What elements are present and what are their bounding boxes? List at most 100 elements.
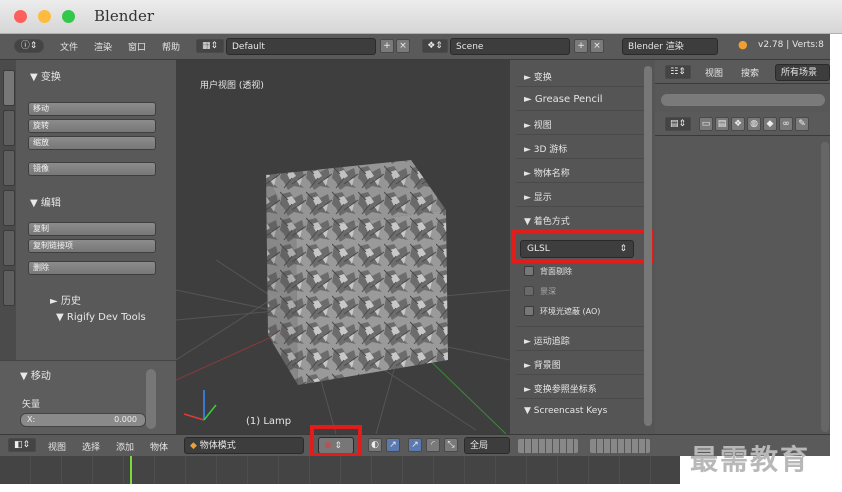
layout-field[interactable]: Default: [226, 38, 376, 55]
menu-view[interactable]: 视图: [48, 440, 66, 453]
tab-physics[interactable]: [3, 230, 15, 266]
remove-scene-button[interactable]: ×: [590, 39, 604, 53]
layer-buttons[interactable]: [518, 439, 578, 453]
outliner-view-menu[interactable]: 视图: [705, 66, 723, 79]
divider: [516, 110, 648, 111]
translate-manipulator-icon[interactable]: ↗: [408, 438, 422, 452]
divider: [516, 350, 648, 351]
divider: [516, 86, 648, 87]
current-frame-marker[interactable]: [130, 456, 132, 484]
npanel-screencast-keys[interactable]: ▼ Screencast Keys: [524, 406, 607, 416]
x-label: X:: [27, 415, 36, 424]
transform-panel-header[interactable]: ▼ 变换: [30, 68, 61, 83]
properties-n-panel: ► 变换 ► Grease Pencil ► 视图 ► 3D 游标 ► 物体名称…: [510, 60, 655, 434]
npanel-shading[interactable]: ▼ 着色方式: [524, 214, 570, 227]
scale-manipulator-icon[interactable]: ⤡: [444, 438, 458, 452]
transform-orientation-select[interactable]: 全局: [464, 437, 510, 454]
world-context-icon[interactable]: ◍: [747, 117, 761, 131]
editor-type-info-icon[interactable]: ⓘ⇕: [14, 39, 44, 53]
edit-panel-header[interactable]: ▼ 编辑: [30, 194, 61, 209]
backface-culling-checkbox[interactable]: [524, 266, 534, 276]
layer-buttons-2[interactable]: [590, 439, 650, 453]
operator-scrollbar[interactable]: [146, 369, 156, 429]
outliner-area: ☷⇕ 视图 搜索 所有场景 ▤⇕ ▭ ▤ ❖ ◍ ◆ ∞ ✎: [655, 60, 830, 434]
blender-logo-icon: ●: [738, 38, 748, 51]
duplicate-linked-button[interactable]: 复制链接项: [28, 239, 156, 253]
npanel-grease-pencil[interactable]: ► Grease Pencil: [524, 94, 603, 105]
outliner-scope-select[interactable]: 所有场景: [775, 64, 830, 81]
menu-help[interactable]: 帮助: [162, 40, 180, 53]
active-object-label: (1) Lamp: [246, 416, 292, 427]
tab-tools[interactable]: [3, 70, 15, 106]
interaction-mode-select[interactable]: ◆ 物体模式: [184, 437, 304, 454]
npanel-background-images[interactable]: ► 背景图: [524, 358, 561, 371]
delete-button[interactable]: 删除: [28, 261, 156, 275]
pivot-point-icon[interactable]: ◐: [368, 438, 382, 452]
x-value-field[interactable]: X: 0.000: [20, 413, 146, 427]
divider: [516, 182, 648, 183]
npanel-display[interactable]: ► 显示: [524, 190, 552, 203]
timeline[interactable]: [0, 456, 680, 484]
npanel-transform[interactable]: ► 变换: [524, 70, 552, 83]
screen-layout-icon[interactable]: ▦⇕: [196, 39, 224, 53]
3d-viewport[interactable]: 用户视图 (透视) (1) Lamp: [176, 60, 510, 434]
outliner-editor-icon[interactable]: ☷⇕: [665, 65, 691, 79]
close-window-button[interactable]: [14, 10, 27, 23]
duplicate-button[interactable]: 复制: [28, 222, 156, 236]
zoom-window-button[interactable]: [62, 10, 75, 23]
npanel-motion-tracking[interactable]: ► 运动追踪: [524, 334, 570, 347]
properties-scrollbar[interactable]: [821, 142, 829, 432]
viewport-view-label: 用户视图 (透视): [200, 81, 264, 91]
scene-context-icon[interactable]: ❖: [731, 117, 745, 131]
menu-select[interactable]: 选择: [82, 440, 100, 453]
menu-add[interactable]: 添加: [116, 440, 134, 453]
minimize-window-button[interactable]: [38, 10, 51, 23]
render-engine-select[interactable]: Blender 渲染: [622, 38, 718, 55]
timeline-grid: [0, 456, 680, 484]
add-scene-button[interactable]: +: [574, 39, 588, 53]
scene-field[interactable]: Scene: [450, 38, 570, 55]
menu-file[interactable]: 文件: [60, 40, 78, 53]
mirror-button[interactable]: 镜像: [28, 162, 156, 176]
tab-relations[interactable]: [3, 150, 15, 186]
tool-shelf: ▼ 变换 移动 旋转 缩放 镜像 ▼ 编辑 复制 复制链接项 删除 ► 历史 ▼…: [0, 60, 176, 434]
render-context-icon[interactable]: ▭: [699, 117, 713, 131]
remove-layout-button[interactable]: ×: [396, 39, 410, 53]
npanel-view[interactable]: ► 视图: [524, 118, 552, 131]
add-layout-button[interactable]: +: [380, 39, 394, 53]
history-panel-header[interactable]: ► 历史: [50, 292, 81, 307]
menu-render[interactable]: 渲染: [94, 40, 112, 53]
rotate-manipulator-icon[interactable]: ◜: [426, 438, 440, 452]
translate-button[interactable]: 移动: [28, 102, 156, 116]
operator-header[interactable]: ▼ 移动: [20, 367, 51, 382]
rigify-panel-header[interactable]: ▼ Rigify Dev Tools: [56, 312, 146, 323]
npanel-scrollbar[interactable]: [644, 66, 652, 426]
title-bar: Blender: [0, 0, 842, 34]
menu-object[interactable]: 物体: [150, 440, 168, 453]
menu-window[interactable]: 窗口: [128, 40, 146, 53]
tab-animation[interactable]: [3, 190, 15, 226]
depth-of-field-checkbox[interactable]: [524, 286, 534, 296]
backface-culling-label: 背面剔除: [540, 267, 572, 276]
divider: [516, 134, 648, 135]
npanel-item-name[interactable]: ► 物体名称: [524, 166, 570, 179]
outliner-search-menu[interactable]: 搜索: [741, 66, 759, 79]
outliner-search-field[interactable]: [661, 94, 825, 106]
cube-front-face: [296, 210, 448, 385]
npanel-transform-orientations[interactable]: ► 变换参照坐标系: [524, 382, 597, 395]
window-title: Blender: [94, 7, 155, 25]
layers-context-icon[interactable]: ▤: [715, 117, 729, 131]
tab-create[interactable]: [3, 110, 15, 146]
ambient-occlusion-checkbox[interactable]: [524, 306, 534, 316]
object-context-icon[interactable]: ◆: [763, 117, 777, 131]
manipulator-toggle-icon[interactable]: ↗: [386, 438, 400, 452]
data-context-icon[interactable]: ✎: [795, 117, 809, 131]
scale-button[interactable]: 缩放: [28, 136, 156, 150]
tab-grease-pencil[interactable]: [3, 270, 15, 306]
rotate-button[interactable]: 旋转: [28, 119, 156, 133]
scene-icon[interactable]: ❖⇕: [422, 39, 448, 53]
constraints-context-icon[interactable]: ∞: [779, 117, 793, 131]
npanel-3d-cursor[interactable]: ► 3D 游标: [524, 142, 567, 155]
properties-editor-icon[interactable]: ▤⇕: [665, 117, 691, 131]
editor-type-3dview-icon[interactable]: ◧⇕: [8, 438, 36, 452]
